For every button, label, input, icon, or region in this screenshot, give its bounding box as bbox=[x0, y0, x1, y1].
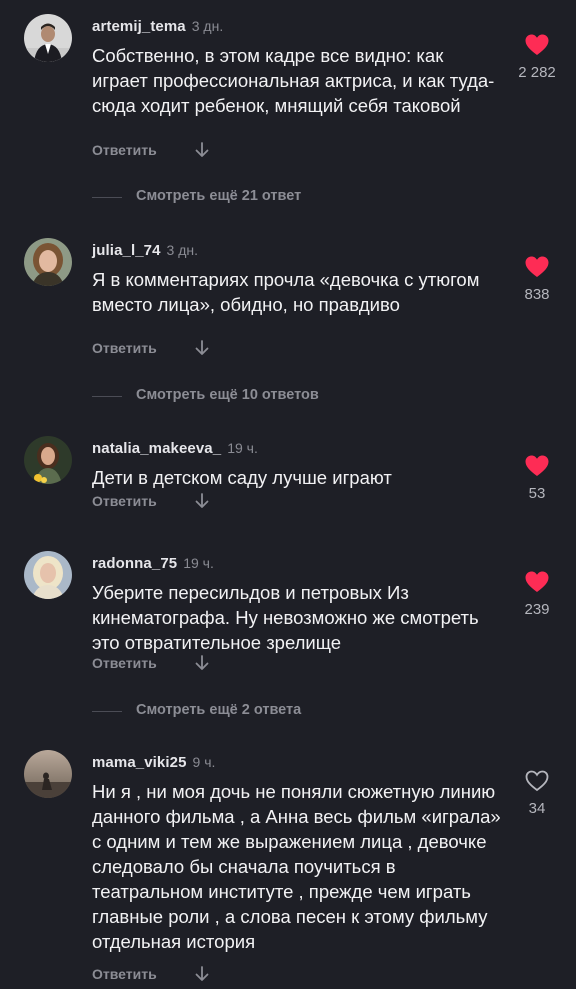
avatar[interactable] bbox=[24, 238, 72, 286]
like-count: 2 282 bbox=[518, 64, 556, 81]
comment-text: Собственно, в этом кадре все видно: как … bbox=[92, 45, 495, 116]
view-more-replies[interactable]: Смотреть ещё 2 ответа bbox=[136, 702, 301, 718]
reply-button[interactable]: Ответить bbox=[92, 142, 157, 158]
reply-button[interactable]: Ответить bbox=[92, 966, 157, 982]
comment-text: Дети в детском саду лучше играют bbox=[92, 467, 392, 488]
comment-meta: mama_viki25 9 ч. bbox=[92, 754, 215, 772]
arrow-down-icon[interactable] bbox=[195, 966, 209, 987]
heart-filled-icon bbox=[525, 571, 549, 592]
username[interactable]: natalia_makeeva_ bbox=[92, 440, 221, 457]
comment-actions: Ответить bbox=[92, 655, 209, 676]
heart-filled-icon bbox=[525, 34, 549, 55]
like-button[interactable]: 2 282 bbox=[516, 34, 558, 81]
heart-filled-icon bbox=[525, 455, 549, 476]
divider-line bbox=[92, 711, 122, 712]
like-count: 239 bbox=[524, 601, 550, 618]
arrow-down-icon[interactable] bbox=[195, 340, 209, 361]
reply-button[interactable]: Ответить bbox=[92, 655, 157, 671]
comment-actions: Ответить bbox=[92, 493, 209, 514]
comments-screen: artemij_tema 3 дн. Собственно, в этом кад… bbox=[0, 0, 576, 989]
comment-actions: Ответить bbox=[92, 142, 209, 163]
like-button[interactable]: 34 bbox=[516, 770, 558, 817]
comment-actions: Ответить bbox=[92, 340, 209, 361]
like-button[interactable]: 53 bbox=[516, 455, 558, 502]
timestamp: 9 ч. bbox=[192, 754, 216, 770]
reply-button[interactable]: Ответить bbox=[92, 340, 157, 356]
timestamp: 3 дн. bbox=[166, 242, 199, 258]
timestamp: 3 дн. bbox=[191, 18, 224, 34]
comment-actions: Ответить bbox=[92, 966, 209, 987]
like-count: 53 bbox=[528, 485, 546, 502]
username[interactable]: mama_viki25 bbox=[92, 754, 187, 771]
avatar[interactable] bbox=[24, 750, 72, 798]
like-count: 838 bbox=[524, 286, 550, 303]
comment-meta: radonna_75 19 ч. bbox=[92, 555, 214, 573]
divider-line bbox=[92, 197, 122, 198]
comment-text: Уберите пересильдов и петровых Из кинема… bbox=[92, 582, 479, 653]
timestamp: 19 ч. bbox=[183, 555, 214, 571]
view-more-replies[interactable]: Смотреть ещё 21 ответ bbox=[136, 188, 301, 204]
like-button[interactable]: 838 bbox=[516, 256, 558, 303]
arrow-down-icon[interactable] bbox=[195, 655, 209, 676]
comment-meta: artemij_tema 3 дн. bbox=[92, 18, 223, 36]
arrow-down-icon[interactable] bbox=[195, 493, 209, 514]
username[interactable]: radonna_75 bbox=[92, 555, 177, 572]
comment-text: Ни я , ни моя дочь не поняли сюжетную ли… bbox=[92, 781, 501, 952]
like-count: 34 bbox=[528, 800, 546, 817]
heart-filled-icon bbox=[525, 256, 549, 277]
timestamp: 19 ч. bbox=[227, 440, 258, 456]
reply-button[interactable]: Ответить bbox=[92, 493, 157, 509]
comment-text: Я в комментариях прочла «девочка с утюго… bbox=[92, 269, 480, 315]
comment-meta: natalia_makeeva_ 19 ч. bbox=[92, 440, 258, 458]
arrow-down-icon[interactable] bbox=[195, 142, 209, 163]
avatar[interactable] bbox=[24, 551, 72, 599]
heart-outline-icon bbox=[525, 770, 549, 792]
like-button[interactable]: 239 bbox=[516, 571, 558, 618]
username[interactable]: julia_l_74 bbox=[92, 242, 161, 259]
username[interactable]: artemij_tema bbox=[92, 18, 186, 35]
comment-meta: julia_l_74 3 дн. bbox=[92, 242, 198, 260]
avatar[interactable] bbox=[24, 436, 72, 484]
avatar[interactable] bbox=[24, 14, 72, 62]
view-more-replies[interactable]: Смотреть ещё 10 ответов bbox=[136, 387, 319, 403]
divider-line bbox=[92, 396, 122, 397]
